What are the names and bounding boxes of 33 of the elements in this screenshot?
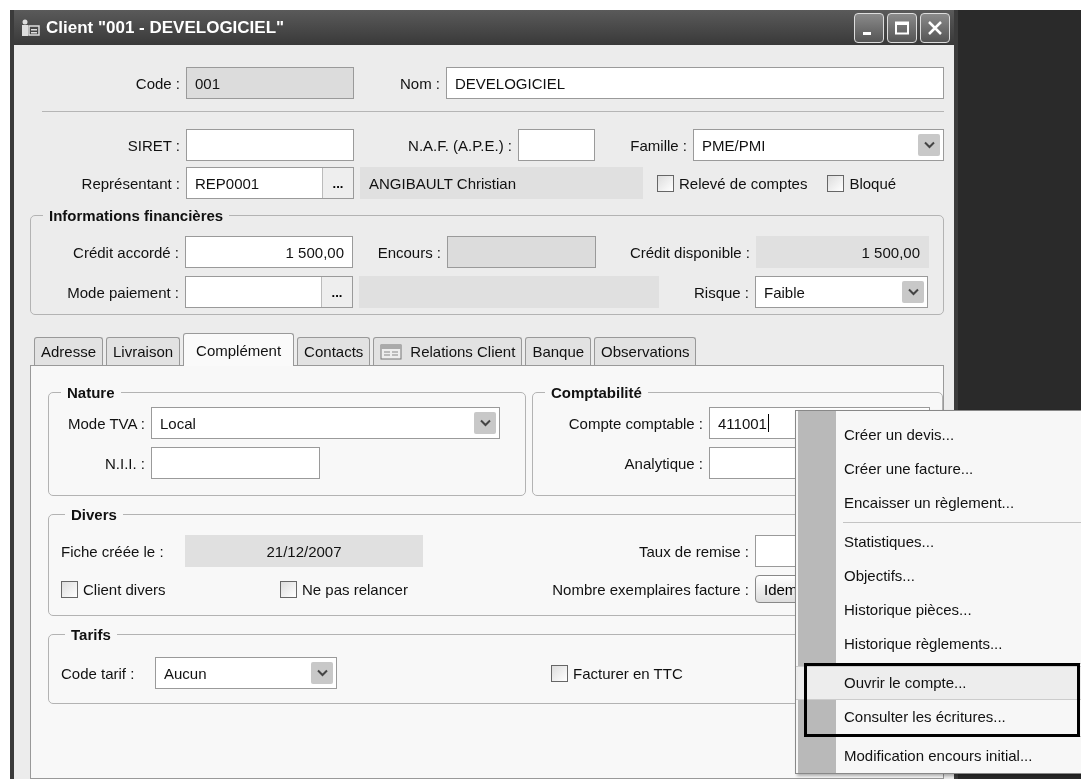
field-label: Compte comptable : <box>567 414 703 432</box>
available-credit-field: 1 500,00 <box>756 236 929 268</box>
group-title: Informations financières <box>48 207 225 224</box>
checkbox-label: Relevé de comptes <box>679 174 808 192</box>
field-label: Nombre exemplaires facture : <box>551 580 749 598</box>
field-label: Représentant : <box>80 174 180 192</box>
checkbox-label: Bloqué <box>849 174 897 192</box>
field-label: Analytique : <box>623 454 703 472</box>
checkbox-label: Ne pas relancer <box>302 580 408 598</box>
representative-name: ANGIBAULT Christian <box>360 167 643 199</box>
creation-date-field: 21/12/2007 <box>185 535 423 567</box>
field-label: Code tarif : <box>61 664 136 682</box>
field-label: N.I.I. : <box>104 454 145 472</box>
field-label: Mode paiement : <box>66 283 179 301</box>
group-title: Comptabilité <box>550 384 643 401</box>
field-label: N.A.F. (A.P.E.) : <box>407 136 512 154</box>
field-label: Nom : <box>399 74 440 92</box>
field-label: Mode TVA : <box>67 414 145 432</box>
group-title: Tarifs <box>70 626 112 643</box>
field-label: Crédit disponible : <box>628 243 750 261</box>
field-label: Fiche créée le : <box>61 542 165 560</box>
field-label: Famille : <box>629 136 687 154</box>
field-label: Taux de remise : <box>637 542 749 560</box>
checkbox-label: Facturer en TTC <box>573 664 683 682</box>
group-title: Divers <box>70 506 118 523</box>
field-label: Code : <box>134 74 180 92</box>
field-label: SIRET : <box>126 136 180 154</box>
field-label: Risque : <box>692 283 749 301</box>
window-title: Client "001 - DEVELOGICIEL" <box>46 17 285 38</box>
checkbox-label: Client divers <box>83 580 166 598</box>
group-title: Nature <box>66 384 116 401</box>
field-label: Crédit accordé : <box>72 243 179 261</box>
field-label: Encours : <box>376 243 441 261</box>
